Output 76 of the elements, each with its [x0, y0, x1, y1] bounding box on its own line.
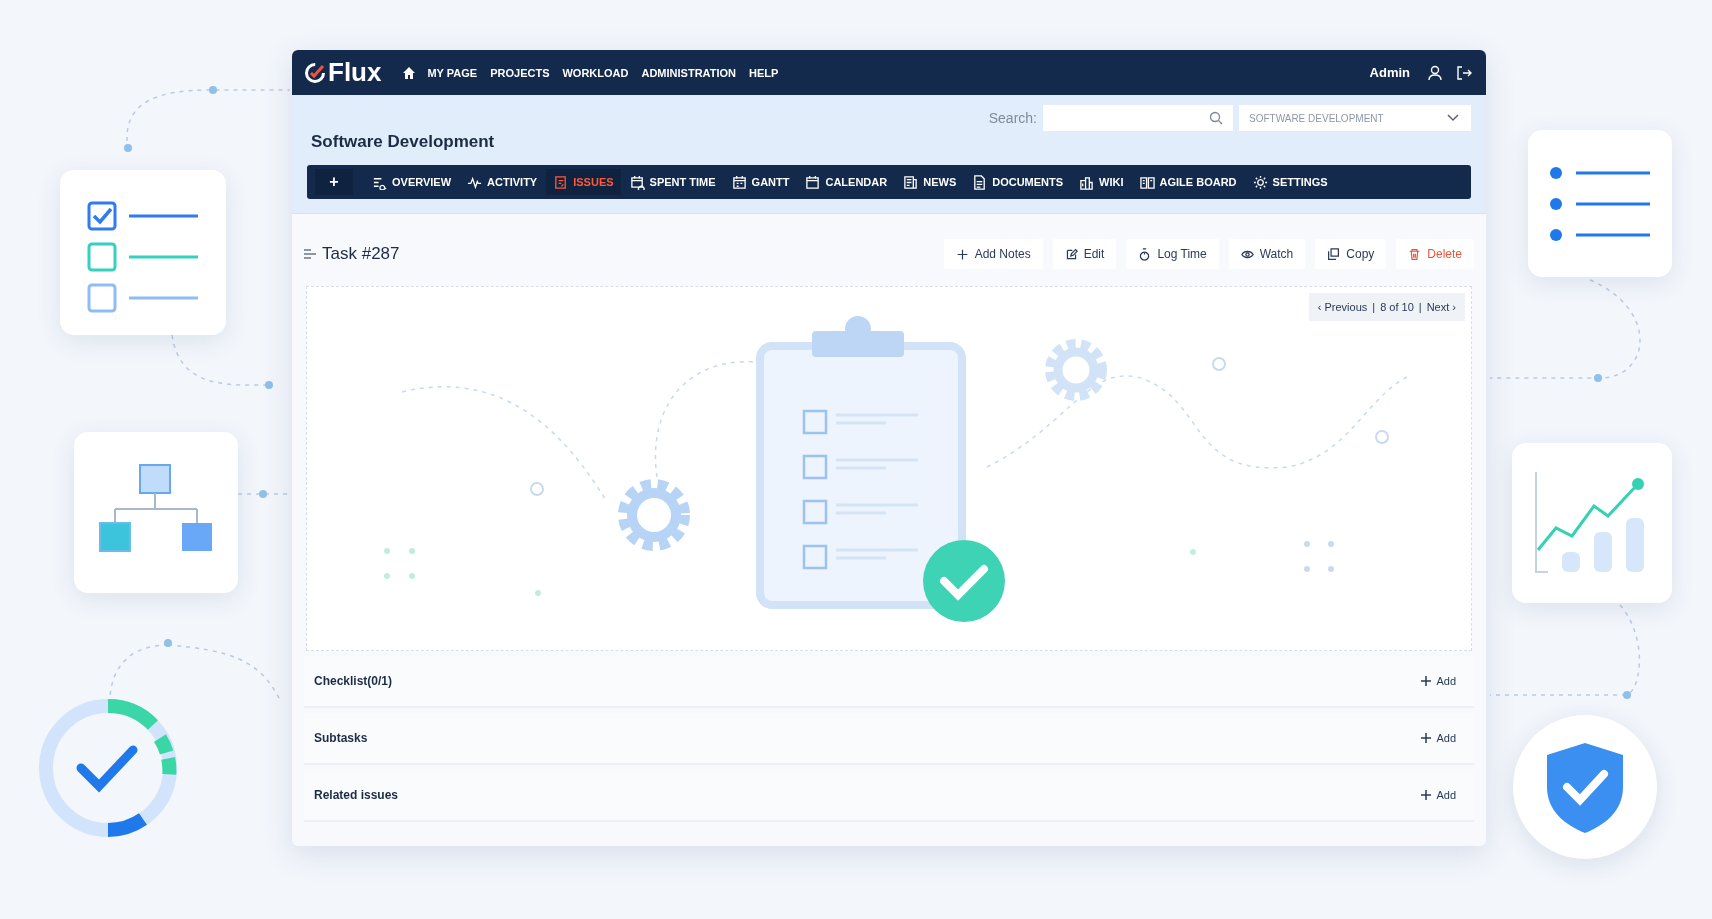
- project-tab[interactable]: DOCUMENTS: [965, 169, 1071, 195]
- project-tab[interactable]: GANTT: [724, 169, 797, 195]
- chart-bar: [1562, 552, 1580, 572]
- project-tab[interactable]: SPENT TIME: [622, 169, 723, 195]
- add-button[interactable]: Add: [1415, 788, 1462, 802]
- search-field[interactable]: [1043, 105, 1233, 131]
- action-button[interactable]: Add Notes: [943, 239, 1043, 269]
- project-tab[interactable]: ISSUES: [546, 169, 621, 195]
- project-tab[interactable]: NEWS: [896, 169, 964, 195]
- home-icon[interactable]: [402, 65, 417, 80]
- plus-icon: [1421, 790, 1432, 800]
- add-button[interactable]: Add: [1415, 731, 1462, 745]
- project-tab[interactable]: OVERVIEW: [365, 169, 459, 195]
- project-tab[interactable]: AGILE BOARD: [1132, 169, 1244, 195]
- user-icon[interactable]: [1427, 64, 1443, 81]
- trash-icon: [1408, 247, 1422, 261]
- section-title: Checklist(0/1): [314, 674, 393, 688]
- project-title: Software Development: [311, 132, 495, 152]
- search-icon[interactable]: [1209, 111, 1223, 125]
- logo-icon: [304, 61, 326, 84]
- time-icon: [629, 174, 645, 190]
- previous-link[interactable]: ‹ Previous: [1317, 301, 1368, 313]
- section-title: Related issues: [314, 788, 399, 802]
- chart-point: [1632, 478, 1644, 490]
- separator: |: [1372, 301, 1376, 313]
- logout-icon[interactable]: [1456, 64, 1472, 81]
- edit-icon: [1064, 247, 1078, 261]
- dot-icon: [1623, 691, 1631, 699]
- timer-icon: [1138, 247, 1152, 261]
- menu-link[interactable]: WORKLOAD: [562, 66, 629, 79]
- add-button[interactable]: Add: [1415, 674, 1462, 688]
- dot-icon: [209, 86, 217, 94]
- dot-icon: [124, 144, 132, 152]
- shield-check-icon: [1545, 741, 1625, 833]
- chart-bar: [1626, 518, 1644, 572]
- action-button[interactable]: Copy: [1315, 239, 1387, 269]
- documents-icon: [972, 174, 988, 190]
- activity-icon: [467, 174, 483, 190]
- gantt-icon: [731, 174, 747, 190]
- action-button[interactable]: Edit: [1052, 239, 1117, 269]
- menu-icon[interactable]: [304, 249, 316, 259]
- board-icon: [1139, 174, 1155, 190]
- dot-icon: [259, 490, 267, 498]
- separator: |: [1418, 301, 1422, 313]
- plus-icon: [955, 247, 969, 261]
- section-title: Subtasks: [314, 731, 368, 745]
- menu-link[interactable]: ADMINISTRATION: [641, 66, 736, 79]
- project-tab[interactable]: CALENDAR: [798, 169, 895, 195]
- chevron-down-icon: [1447, 114, 1459, 122]
- settings-icon: [1252, 174, 1268, 190]
- menu-link[interactable]: MY PAGE: [427, 66, 478, 79]
- user-link[interactable]: Admin: [1369, 65, 1410, 80]
- search-label: Search:: [988, 110, 1037, 126]
- issues-icon: [553, 174, 569, 190]
- menu-link[interactable]: PROJECTS: [490, 66, 550, 79]
- menu-link[interactable]: HELP: [749, 66, 779, 79]
- calendar-icon: [805, 174, 821, 190]
- project-tab[interactable]: ACTIVITY: [460, 169, 545, 195]
- new-button[interactable]: +: [315, 169, 353, 195]
- plus-icon: [1421, 733, 1432, 743]
- copy-icon: [1327, 247, 1341, 261]
- chart-bar: [1594, 532, 1612, 572]
- project-tab[interactable]: SETTINGS: [1245, 169, 1335, 195]
- project-tab[interactable]: WIKI: [1072, 169, 1131, 195]
- next-link[interactable]: Next ›: [1426, 301, 1456, 313]
- dot-icon: [1594, 374, 1602, 382]
- dot-icon: [164, 639, 172, 647]
- news-icon: [903, 174, 919, 190]
- action-button[interactable]: Log Time: [1126, 239, 1219, 269]
- action-button[interactable]: Delete: [1396, 239, 1474, 269]
- dot-icon: [265, 381, 273, 389]
- plus-icon: [1421, 676, 1432, 686]
- logo-text: Flux: [328, 57, 382, 88]
- page-position: 8 of 10: [1380, 301, 1414, 313]
- action-button[interactable]: Watch: [1228, 239, 1306, 269]
- task-title: Task #287: [322, 244, 400, 264]
